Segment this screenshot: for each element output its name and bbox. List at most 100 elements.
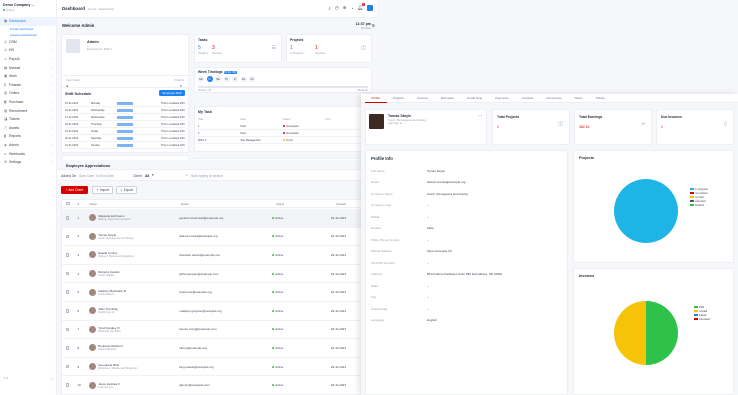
collapse-sidebar-icon[interactable]: ‹ xyxy=(51,376,52,381)
sidebar-item-hr[interactable]: ♙ HR › xyxy=(0,46,56,55)
client-name-cell[interactable]: Margaret Eichmann Witting, Mayert and Gay… xyxy=(89,214,179,222)
add-client-button[interactable]: + Add Client xyxy=(61,186,88,194)
row-checkbox[interactable] xyxy=(66,364,70,369)
client-email: sturny@example.org xyxy=(179,345,207,350)
week-day-su[interactable]: Su xyxy=(249,76,255,82)
sidebar-item-settings[interactable]: ⚙ Settings › xyxy=(0,158,56,167)
added-on-label: Added On xyxy=(61,173,77,178)
tab-payments[interactable]: Payments xyxy=(489,94,515,103)
client-name-cell[interactable]: Tyrell Quigley IV Medhurst and 2023 xyxy=(89,325,179,333)
tab-notes[interactable]: Notes xyxy=(568,94,589,103)
row-checkbox[interactable] xyxy=(66,327,70,332)
sidebar-item-finance[interactable]: $ Finance › xyxy=(0,81,56,90)
settings-gear-icon[interactable]: ⚙ xyxy=(371,23,375,28)
status-label: Active xyxy=(275,364,284,369)
sidebar-item-purchase[interactable]: ◧ Purchase › xyxy=(0,98,56,107)
company-switcher[interactable]: Demo Company ... Online xyxy=(3,3,55,13)
table-row[interactable]: 8 Benjamin Reichert Gibson-Beahan sturny@ex… xyxy=(62,339,376,358)
client-name-cell[interactable]: Jayce Hamlea II Leannon Ltd xyxy=(89,381,179,389)
tab-credit-note[interactable]: Credit Note xyxy=(461,94,489,103)
status-badge: Active xyxy=(272,365,331,369)
sidebar-item-tickets[interactable]: ◪ Tickets › xyxy=(0,115,56,124)
tab-contacts[interactable]: Contacts xyxy=(515,94,540,103)
tab-documents[interactable]: Documents xyxy=(540,94,568,103)
table-row[interactable]: 10 Jayce Hamlea II Leannon Ltd glocum@examp… xyxy=(62,376,376,395)
add-icon[interactable]: ⊕ xyxy=(343,5,347,11)
field-label: State xyxy=(371,283,379,288)
employee-shift-button[interactable]: Employee Shift xyxy=(159,90,185,96)
client-company: Medhurst and 2023 xyxy=(98,329,121,333)
shift-date: 16-11-2023 xyxy=(65,108,79,112)
week-day-we[interactable]: We xyxy=(215,76,221,82)
table-row[interactable]: 7 Tyrell Quigley IV Medhurst and 2023 kemen… xyxy=(62,321,376,340)
sidebar-item-dashboard[interactable]: ▦ Dashboard xyxy=(0,17,56,26)
my-task-row[interactable]: 2 Poel Incomplete xyxy=(198,130,368,137)
row-checkbox[interactable] xyxy=(66,383,70,387)
week-day-sa[interactable]: Sa xyxy=(240,76,247,82)
sidebar-item-work[interactable]: ▣ Work › xyxy=(0,72,56,81)
row-checkbox[interactable] xyxy=(66,309,70,313)
row-checkbox[interactable] xyxy=(66,216,70,220)
client-name-cell[interactable]: Madisyn Bechtelar III Kohler-Marvin xyxy=(89,288,179,296)
week-day-fr[interactable]: Fr xyxy=(232,76,238,82)
client-name-cell[interactable]: Benjamin Reichert Gibson-Beahan xyxy=(89,344,179,352)
sidebar-item-orders[interactable]: ▥ Orders › xyxy=(0,89,56,98)
sidebar-item-crm[interactable]: ◎ CRM › xyxy=(0,38,56,47)
timer-icon[interactable]: ◔ xyxy=(351,6,354,11)
week-day-th[interactable]: Th xyxy=(223,76,230,82)
row-checkbox[interactable] xyxy=(66,253,70,257)
client-name-cell[interactable]: Allan Tremblay Streffeling Ltd xyxy=(89,307,179,315)
select-all-checkbox[interactable] xyxy=(66,201,70,206)
date-range-input[interactable]: Start Date To End Date xyxy=(79,174,114,178)
sidebar-item-assets[interactable]: ▢ Assets › xyxy=(0,124,56,133)
sidebar-item-label: Purchase xyxy=(9,100,24,105)
tab-profile[interactable]: Profile xyxy=(365,94,387,103)
table-row[interactable]: 4 Roberta Koelpin Kohler Market jeffrie.jac… xyxy=(62,265,376,284)
row-checkbox[interactable] xyxy=(66,234,70,239)
user-avatar[interactable] xyxy=(367,5,373,11)
import-button[interactable]: ⇪ Import xyxy=(92,186,113,194)
row-checkbox[interactable] xyxy=(66,290,70,294)
more-options-icon[interactable]: ⋯ xyxy=(478,113,482,118)
tab-estimates[interactable]: Estimates xyxy=(434,94,460,103)
row-checkbox[interactable] xyxy=(66,346,70,350)
week-day-mo[interactable]: Mo xyxy=(198,76,204,82)
export-button[interactable]: ⇩ Export xyxy=(116,186,137,194)
row-checkbox[interactable] xyxy=(66,271,70,276)
row-number: 9 xyxy=(77,364,80,369)
table-row[interactable]: 5 Madisyn Bechtelar III Kohler-Marvin hyatt… xyxy=(62,283,376,302)
tab-projects[interactable]: Projects xyxy=(387,94,411,103)
table-row[interactable]: 3 Estella Conley DeFeud, Stroke and Daughe… xyxy=(62,246,376,265)
client-company: Kohler-Marvin xyxy=(98,292,115,296)
sidebar-item-admin[interactable]: ◈ Admin › xyxy=(0,141,56,150)
tab-tickets[interactable]: Tickets xyxy=(589,94,611,103)
client-name-cell[interactable]: Estella Conley DeFeud, Stroke and Daugher… xyxy=(89,251,179,259)
client-name-cell[interactable]: Roberta Koelpin Kohler Market xyxy=(89,270,179,278)
sidebar-item-payroll[interactable]: ▭ Payroll › xyxy=(0,55,56,64)
profile-card: Admin -- Employee ID : EMP-1 Open Tasks … xyxy=(61,34,189,92)
shift-badge xyxy=(117,129,133,133)
table-row[interactable]: 2 Tomas Stoyle Kutch, Romaguera and Dooley… xyxy=(62,228,376,247)
my-task-row[interactable]: 1 Poel Incomplete xyxy=(198,123,368,130)
sidebar-item-recruitment[interactable]: ▨ Recruitment › xyxy=(0,106,56,115)
notification-badge: 1 xyxy=(362,3,365,6)
client-name-cell[interactable]: Tomas Stoyle Kutch, Romaguera and Dooley xyxy=(89,232,179,240)
client-name-cell[interactable]: Georgiana Brito Bergnaum, Wisoky and Berg… xyxy=(89,363,179,371)
my-task-row[interactable]: 9051-1 Site Management To Do xyxy=(198,137,368,144)
tab-invoices[interactable]: Invoices xyxy=(410,94,434,103)
week-day-tu[interactable]: Tu xyxy=(206,76,213,82)
table-row[interactable]: 1 Margaret Eichmann Witting, Mayert and Ga… xyxy=(62,209,376,228)
client-filter-select[interactable]: All xyxy=(145,174,149,178)
history-icon[interactable]: ◷ xyxy=(335,5,339,11)
table-row[interactable]: 9 Georgiana Brito Bergnaum, Wisoky and Ber… xyxy=(62,358,376,377)
client-search-input[interactable]: Start typing to search xyxy=(191,174,223,178)
row-number: 4 xyxy=(77,271,80,276)
projects-card: Projects 1 In Progress 1 Overdue ◫ xyxy=(286,34,372,63)
search-icon[interactable]: ⌕ xyxy=(328,6,331,11)
client-email: madelyn.grayson@example.org xyxy=(179,308,222,313)
table-row[interactable]: 6 Allan Tremblay Streffeling Ltd madelyn.gr… xyxy=(62,302,376,321)
bell-icon[interactable]: 🔔︎ 1 xyxy=(357,3,365,11)
sidebar-item-reports[interactable]: ▮ Reports › xyxy=(0,132,56,141)
sidebar-item-manual[interactable]: ▤ Manual › xyxy=(0,63,56,72)
sidebar-item-webhooks[interactable]: ∞ Webhooks › xyxy=(0,149,56,158)
